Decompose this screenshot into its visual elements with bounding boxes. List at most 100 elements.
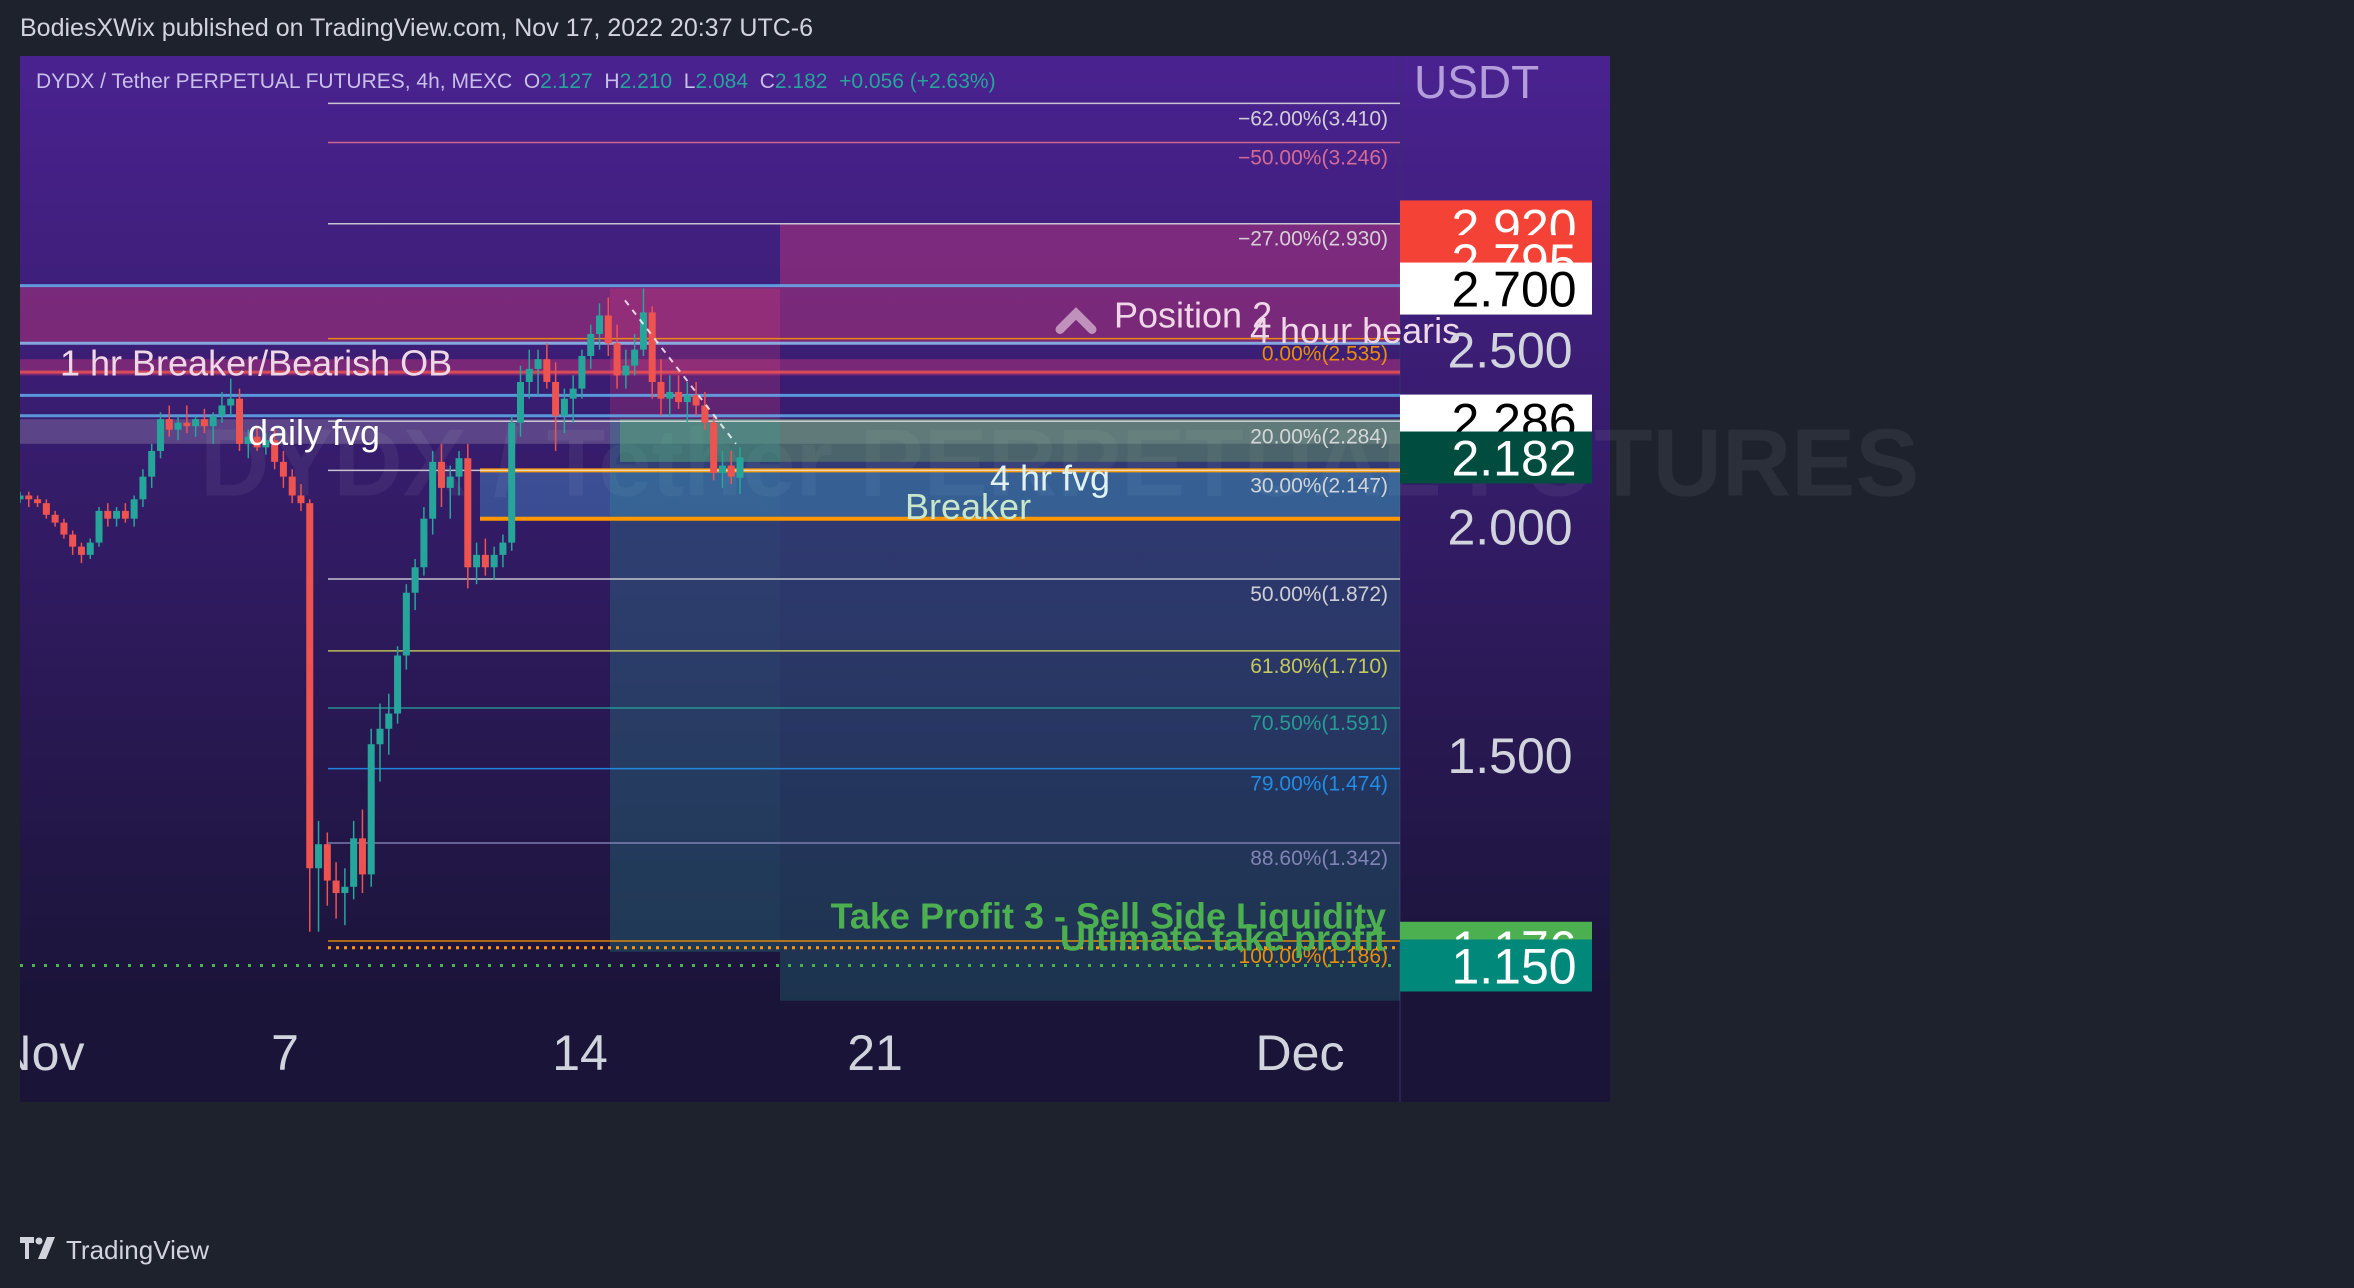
price-label-value: 1.150 [1451,939,1576,995]
brand-name: TradingView [66,1235,210,1265]
candle-body [552,381,560,416]
candle-body [236,398,244,444]
candle-body [139,476,147,500]
time-axis-background [20,1008,1610,1102]
price-label-value: 2.182 [1451,431,1576,487]
candle-body [341,886,349,894]
candle-body [332,880,340,894]
annotation-1[interactable]: daily fvg [248,412,380,453]
annotation-7[interactable]: Ultimate take profit [1060,917,1386,958]
price-label-value: 2.700 [1451,262,1576,318]
symbol-name: DYDX / Tether PERPETUAL FUTURES, 4h, MEX… [36,70,513,93]
candle-body [183,422,191,427]
fib-label-0: −62.00%(3.410) [1238,107,1388,130]
candle-body [60,522,68,535]
high-label: H [604,70,620,93]
position-1-reward-zone [610,419,780,952]
publisher-bar: BodiesXWix published on TradingView.com,… [0,0,2354,56]
candle-body [437,461,445,488]
footer-bar [0,1216,2354,1288]
candle-body [86,542,94,555]
fib-label-7: 61.80%(1.710) [1250,655,1388,678]
low-label: L [683,70,696,93]
candle-body [165,419,173,430]
symbol-legend[interactable]: DYDX / Tether PERPETUAL FUTURES, 4h, MEX… [36,70,996,94]
candle-body [42,503,50,515]
chart-canvas[interactable]: DYDX / Tether PERPETUAL FUTURES−62.00%(3… [20,56,2102,1102]
candle-body [376,728,384,745]
candle-body [51,514,59,523]
candle-body [209,415,217,427]
candle-body [279,461,287,477]
candle-body [727,465,735,477]
candle-body [639,312,647,350]
candle-body [218,405,226,416]
candle-body [657,381,665,399]
fib-label-5: 30.00%(2.147) [1250,474,1388,497]
candle-body [525,368,533,382]
candle-body [604,315,612,344]
candle-body [20,495,24,500]
candle-body [481,554,489,568]
candle-body [306,503,314,869]
candle-body [25,495,33,500]
candle-body [464,458,472,568]
candle-body [200,419,208,427]
candle-body [473,554,481,568]
candle-body [297,495,305,504]
candle-body [718,465,726,473]
candle-body [227,398,235,406]
candle-body [587,333,595,356]
tradingview-brand[interactable]: TradingView [20,1235,209,1266]
chart-pane[interactable]: DYDX / Tether PERPETUAL FUTURES−62.00%(3… [20,56,2102,1102]
candle-body [77,546,85,555]
candle-body [385,713,393,729]
candle-body [367,744,375,875]
tradingview-logo-icon [20,1235,58,1266]
candle-body [578,355,586,389]
candle-body [736,457,744,478]
candle-body [104,510,112,519]
fib-label-9: 79.00%(1.474) [1250,773,1388,796]
candle-body [121,510,129,519]
candle-body [394,655,402,714]
candle-body [323,844,331,881]
price-tick-label: 1.500 [1447,728,1572,784]
candle-body [596,315,604,334]
annotation-0[interactable]: 1 hr Breaker/Bearish OB [60,343,452,384]
candle-body [288,476,296,496]
candle-body [113,510,121,519]
candle-body [516,381,524,423]
candle-body [569,388,577,399]
candle-body [508,422,516,543]
open-label: O [523,70,541,93]
publisher-text: BodiesXWix published on TradingView.com,… [20,14,814,42]
fib-label-4: 20.00%(2.284) [1250,425,1388,448]
candle-body [358,838,366,875]
candle-body [675,391,683,403]
close-value: 2.182 [774,70,828,93]
low-value: 2.084 [695,70,749,93]
candle-body [192,419,200,427]
currency-label: USDT [1414,56,1539,108]
fib-label-1: −50.00%(3.246) [1238,146,1388,169]
price-tick-label: 2.000 [1447,500,1572,556]
candle-body [455,458,463,477]
time-tick-label: 14 [552,1025,608,1081]
annotation-2[interactable]: Position 2 [1114,294,1272,335]
candle-body [683,395,691,403]
candle-body [710,422,718,473]
candle-body [69,534,77,547]
candle-body [350,838,358,887]
candle-body [420,518,428,568]
candle-body [315,844,323,869]
candle-body [446,476,454,488]
annotation-5[interactable]: Breaker [905,486,1031,527]
annotation-3[interactable]: 4 hour bearis [1250,310,1460,351]
time-tick-label: Nov [20,1025,84,1081]
open-value: 2.127 [540,70,593,93]
candle-body [622,365,630,376]
candle-body [34,499,42,504]
candle-body [95,510,103,543]
change-value: +0.056 (+2.63%) [839,70,996,93]
